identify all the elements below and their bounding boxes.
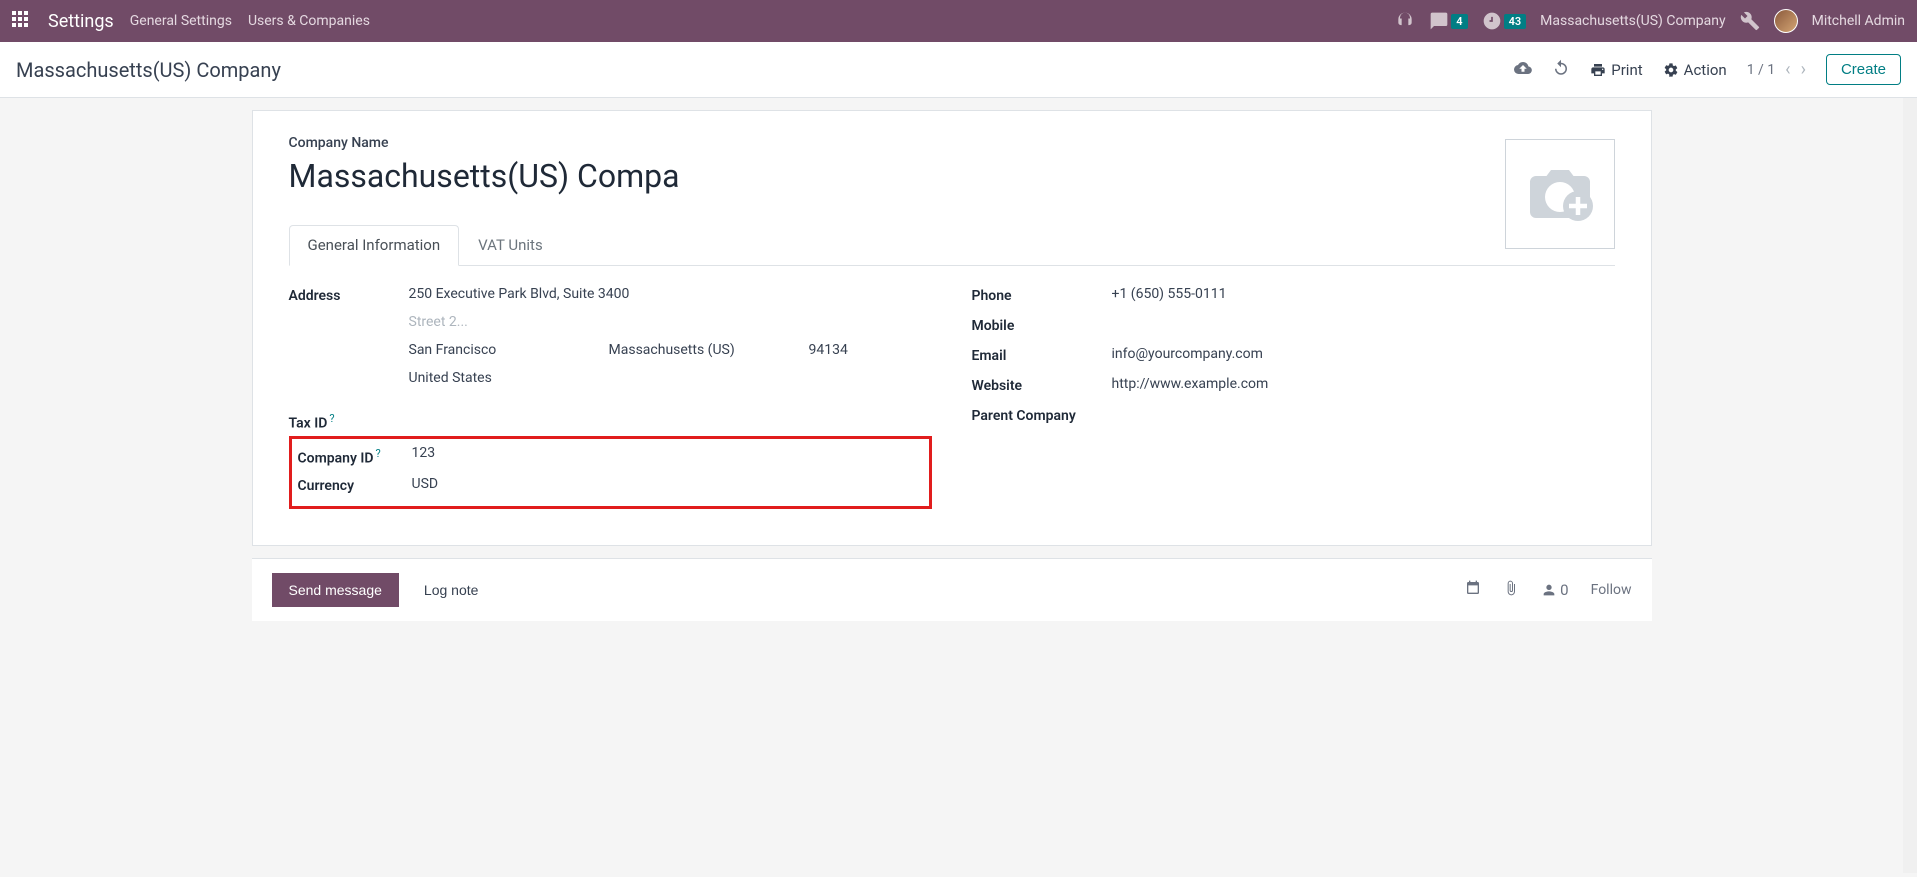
email-row: Email info@yourcompany.com bbox=[972, 346, 1615, 364]
street-input[interactable]: 250 Executive Park Blvd, Suite 3400 bbox=[409, 286, 932, 302]
form-right-column: Phone +1 (650) 555-0111 Mobile Email inf… bbox=[972, 286, 1615, 509]
highlight-box: Company ID? 123 Currency USD bbox=[289, 436, 932, 510]
control-panel-right: Print Action 1 / 1 ‹ › Create bbox=[1514, 54, 1901, 85]
clock-icon bbox=[1482, 11, 1502, 31]
messages-badge: 4 bbox=[1451, 14, 1467, 29]
chat-icon bbox=[1429, 11, 1449, 31]
breadcrumb: Massachusetts(US) Company bbox=[16, 58, 281, 82]
control-panel: Massachusetts(US) Company Print Action 1… bbox=[0, 42, 1917, 98]
print-icon bbox=[1590, 62, 1606, 78]
country-input[interactable]: United States bbox=[409, 370, 932, 386]
action-button[interactable]: Action bbox=[1663, 61, 1727, 79]
pager-prev-icon[interactable]: ‹ bbox=[1785, 59, 1790, 80]
state-input[interactable]: Massachusetts (US) bbox=[609, 342, 789, 358]
gear-icon bbox=[1663, 62, 1679, 78]
parent-company-row: Parent Company bbox=[972, 406, 1615, 424]
zip-input[interactable]: 94134 bbox=[809, 342, 909, 358]
tab-general-information[interactable]: General Information bbox=[289, 225, 460, 266]
parent-company-label: Parent Company bbox=[972, 406, 1112, 424]
tab-vat-units[interactable]: VAT Units bbox=[459, 225, 562, 265]
phone-input[interactable]: +1 (650) 555-0111 bbox=[1112, 286, 1615, 302]
address-block: 250 Executive Park Blvd, Suite 3400 Stre… bbox=[409, 286, 932, 398]
top-navbar: Settings General Settings Users & Compan… bbox=[0, 0, 1917, 42]
camera-plus-icon bbox=[1524, 164, 1596, 224]
cp-button-group: Print Action bbox=[1590, 61, 1726, 79]
form-left-column: Address 250 Executive Park Blvd, Suite 3… bbox=[289, 286, 932, 509]
menu-general-settings[interactable]: General Settings bbox=[130, 13, 232, 29]
website-row: Website http://www.example.com bbox=[972, 376, 1615, 394]
navbar-right: 4 43 Massachusetts(US) Company Mitchell … bbox=[1395, 9, 1905, 33]
phone-label: Phone bbox=[972, 286, 1112, 304]
person-icon bbox=[1541, 582, 1557, 598]
company-id-input[interactable]: 123 bbox=[412, 445, 923, 461]
discard-icon[interactable] bbox=[1552, 59, 1570, 81]
website-label: Website bbox=[972, 376, 1112, 394]
content-scroll: Company Name General Information VAT Uni… bbox=[0, 98, 1903, 873]
follow-button[interactable]: Follow bbox=[1591, 582, 1632, 598]
tax-id-row: Tax ID? bbox=[289, 410, 932, 432]
support-icon[interactable] bbox=[1395, 11, 1415, 31]
email-input[interactable]: info@yourcompany.com bbox=[1112, 346, 1615, 362]
send-message-button[interactable]: Send message bbox=[272, 573, 399, 607]
company-id-row: Company ID? 123 bbox=[298, 445, 923, 467]
create-button[interactable]: Create bbox=[1826, 54, 1901, 85]
debug-icon[interactable] bbox=[1740, 11, 1760, 31]
currency-label: Currency bbox=[298, 476, 412, 494]
activities-button[interactable]: 43 bbox=[1482, 11, 1527, 31]
app-title[interactable]: Settings bbox=[48, 11, 114, 32]
form-sheet: Company Name General Information VAT Uni… bbox=[252, 110, 1652, 546]
print-button[interactable]: Print bbox=[1590, 61, 1642, 79]
user-name[interactable]: Mitchell Admin bbox=[1812, 13, 1905, 29]
tax-id-help-icon[interactable]: ? bbox=[329, 412, 334, 425]
followers-count[interactable]: 0 bbox=[1541, 581, 1568, 599]
company-id-label: Company ID? bbox=[298, 445, 412, 467]
tabs: General Information VAT Units bbox=[289, 225, 1615, 266]
company-name-label: Company Name bbox=[289, 135, 1615, 151]
scrollbar[interactable] bbox=[1903, 98, 1917, 873]
activities-badge: 43 bbox=[1504, 14, 1527, 29]
menu-users-companies[interactable]: Users & Companies bbox=[248, 13, 370, 29]
city-state-zip-row: San Francisco Massachusetts (US) 94134 bbox=[409, 342, 932, 370]
website-input[interactable]: http://www.example.com bbox=[1112, 376, 1615, 392]
pager-next-icon[interactable]: › bbox=[1801, 59, 1806, 80]
company-id-help-icon[interactable]: ? bbox=[376, 447, 381, 460]
company-name-input[interactable] bbox=[289, 157, 1085, 195]
company-image-upload[interactable] bbox=[1505, 139, 1615, 249]
street2-input[interactable]: Street 2... bbox=[409, 314, 932, 330]
apps-menu-icon[interactable] bbox=[12, 11, 32, 31]
address-row: Address 250 Executive Park Blvd, Suite 3… bbox=[289, 286, 932, 398]
action-label: Action bbox=[1684, 61, 1727, 79]
mobile-label: Mobile bbox=[972, 316, 1112, 334]
print-label: Print bbox=[1611, 61, 1642, 79]
currency-row: Currency USD bbox=[298, 476, 923, 494]
chatter: Send message Log note 0 Follow bbox=[252, 558, 1652, 621]
tax-id-label: Tax ID? bbox=[289, 410, 409, 432]
form-grid: Address 250 Executive Park Blvd, Suite 3… bbox=[289, 286, 1615, 509]
currency-input[interactable]: USD bbox=[412, 476, 923, 492]
phone-row: Phone +1 (650) 555-0111 bbox=[972, 286, 1615, 304]
cloud-upload-icon[interactable] bbox=[1514, 59, 1532, 81]
pager: 1 / 1 ‹ › bbox=[1747, 59, 1806, 80]
city-input[interactable]: San Francisco bbox=[409, 342, 589, 358]
chatter-right: 0 Follow bbox=[1465, 580, 1631, 600]
main-area: Company Name General Information VAT Uni… bbox=[0, 98, 1917, 873]
attachment-icon[interactable] bbox=[1503, 580, 1519, 600]
activities-icon[interactable] bbox=[1465, 580, 1481, 600]
chatter-left: Send message Log note bbox=[272, 573, 496, 607]
mobile-row: Mobile bbox=[972, 316, 1615, 334]
address-label: Address bbox=[289, 286, 409, 304]
navbar-left: Settings General Settings Users & Compan… bbox=[12, 11, 370, 32]
user-avatar[interactable] bbox=[1774, 9, 1798, 33]
messages-button[interactable]: 4 bbox=[1429, 11, 1467, 31]
log-note-button[interactable]: Log note bbox=[407, 573, 496, 607]
email-label: Email bbox=[972, 346, 1112, 364]
pager-text: 1 / 1 bbox=[1747, 62, 1775, 78]
company-switcher[interactable]: Massachusetts(US) Company bbox=[1540, 13, 1725, 29]
